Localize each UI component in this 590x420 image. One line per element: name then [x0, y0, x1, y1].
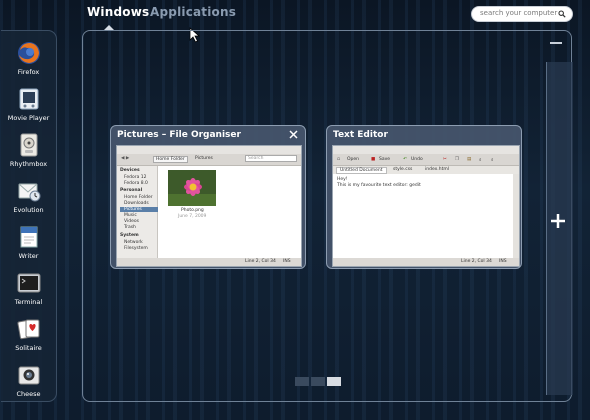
top-bar: Windows Applications search your compute…	[0, 0, 590, 30]
dash-item-rhythmbox[interactable]: Rhythmbox	[1, 132, 56, 168]
dash-label: Writer	[18, 252, 39, 260]
movie-player-icon	[19, 88, 38, 110]
sidebar-item: Fedora 8.0	[124, 181, 148, 186]
toolbar-save: Save	[379, 157, 391, 162]
cut-icon: ✂	[443, 157, 447, 162]
dash-item-firefox[interactable]: Firefox	[1, 40, 56, 76]
new-document-icon: ▫	[337, 157, 341, 162]
dash: Firefox Movie Player Rhythmbox Evolution	[1, 30, 57, 402]
text-line: This is my favourite text editor: gedit	[337, 183, 421, 188]
rhythmbox-icon	[20, 133, 37, 157]
sidebar-heading: Devices	[120, 168, 140, 173]
document-tabs: Untitled Document style.css index.html	[333, 166, 519, 174]
paste-icon: ▤	[467, 157, 472, 162]
tab-windows[interactable]: Windows	[87, 5, 149, 19]
window-thumbnail-file-organiser[interactable]: Pictures – File Organiser FileEditViewAr…	[110, 125, 306, 269]
add-workspace-icon[interactable]	[549, 212, 567, 230]
status-bar: Line 2, Col 34 INS	[117, 258, 301, 266]
cheese-icon	[18, 366, 39, 385]
dash-label: Evolution	[13, 206, 44, 214]
text-area: Hey! This is my favourite text editor: g…	[333, 174, 513, 258]
sidebar-heading: Personal	[120, 188, 143, 193]
undo-icon: ↶	[403, 157, 407, 162]
flower-photo-thumbnail	[168, 170, 216, 206]
dash-item-terminal[interactable]: Terminal	[1, 270, 56, 306]
file-name: Photo.png	[181, 208, 204, 213]
sidebar-item: Network	[124, 240, 143, 245]
copy-icon: ❐	[455, 157, 460, 162]
menu-bar: FileEditViewSearchToolsDocumentsHelp	[333, 146, 519, 163]
file-view: Photo.png June 7, 2009	[158, 166, 301, 258]
sidebar-heading: System	[120, 233, 139, 238]
search-field: Search	[245, 155, 297, 162]
evolution-icon	[18, 183, 40, 202]
document-tab-active: Untitled Document	[336, 167, 387, 174]
sidebar-item: Videos	[124, 219, 139, 224]
window-preview: FileEditViewArrangeGoBookmarksHelp ◀ ▶ H…	[116, 145, 302, 267]
find-icon: ⌕	[479, 158, 482, 163]
dash-item-solitaire[interactable]: Solitaire	[1, 316, 56, 352]
sidebar-item: Trash	[124, 225, 136, 230]
dash-label: Movie Player	[7, 114, 50, 122]
close-icon[interactable]	[288, 129, 299, 140]
sidebar-item: Downloads	[124, 201, 149, 206]
file-meta: June 7, 2009	[178, 214, 207, 219]
window-title: Pictures – File Organiser	[117, 130, 241, 140]
window-thumbnail-text-editor[interactable]: Text Editor FileEditViewSearchToolsDocum…	[326, 125, 522, 269]
sidebar-item-selected: Pictures	[120, 207, 158, 212]
dash-label: Solitaire	[15, 344, 42, 352]
toolbar-undo: Undo	[411, 157, 423, 162]
tab-applications[interactable]: Applications	[150, 5, 236, 19]
dash-item-movie-player[interactable]: Movie Player	[1, 86, 56, 122]
editor-toolbar: ▫ Open ■ Save ↶ Undo ✂ ❐ ▤ ⌕ ⌕	[333, 154, 519, 166]
workspace-indicator-3-active[interactable]	[327, 377, 341, 386]
path-button-pictures: Pictures	[195, 156, 213, 161]
workspace-indicator-1[interactable]	[295, 377, 309, 386]
document-tab: index.html	[425, 167, 449, 172]
window-title: Text Editor	[333, 130, 388, 140]
dash-label: Rhythmbox	[9, 160, 48, 168]
sidebar-item: Fedora 12	[124, 175, 147, 180]
firefox-icon	[17, 42, 40, 64]
sidebar-item: Filesystem	[124, 246, 148, 251]
status-mode: INS	[283, 259, 291, 264]
dash-label: Terminal	[14, 298, 43, 306]
save-icon: ■	[371, 157, 376, 162]
path-button-home: Home Folder	[153, 156, 188, 163]
menu-bar: FileEditViewArrangeGoBookmarksHelp	[117, 146, 301, 163]
status-position: Line 2, Col 34	[461, 259, 492, 264]
status-position: Line 2, Col 34	[245, 259, 276, 264]
status-bar: Line 2, Col 34 INS	[333, 258, 519, 266]
search-icon	[558, 10, 566, 18]
window-preview: FileEditViewSearchToolsDocumentsHelp ▫ O…	[332, 145, 520, 267]
dash-label: Firefox	[17, 68, 40, 76]
dash-label: Cheese	[16, 390, 41, 398]
text-line: Hey!	[337, 177, 348, 182]
solitaire-icon	[16, 319, 39, 340]
places-sidebar: Devices Fedora 12 Fedora 8.0 Personal Ho…	[117, 166, 158, 258]
sidebar-item: Home Folder	[124, 195, 153, 200]
search-placeholder: search your computer	[480, 9, 558, 17]
toolbar-open: Open	[347, 157, 360, 162]
status-mode: INS	[499, 259, 507, 264]
writer-icon	[20, 226, 37, 248]
back-forward-icon: ◀ ▶	[121, 156, 130, 161]
dash-item-evolution[interactable]: Evolution	[1, 178, 56, 214]
dash-item-cheese[interactable]: Cheese	[1, 362, 56, 398]
dash-item-writer[interactable]: Writer	[1, 224, 56, 260]
scrollbar	[513, 174, 519, 258]
search-input[interactable]: search your computer	[471, 6, 573, 22]
remove-workspace-icon[interactable]	[549, 38, 563, 48]
location-bar: ◀ ▶ Home Folder Pictures Search	[117, 154, 301, 166]
document-tab: style.css	[393, 167, 413, 172]
terminal-icon	[17, 273, 40, 293]
sidebar-item: Music	[124, 213, 137, 218]
workspace-indicator-2[interactable]	[311, 377, 325, 386]
replace-icon: ⌕	[491, 158, 494, 163]
